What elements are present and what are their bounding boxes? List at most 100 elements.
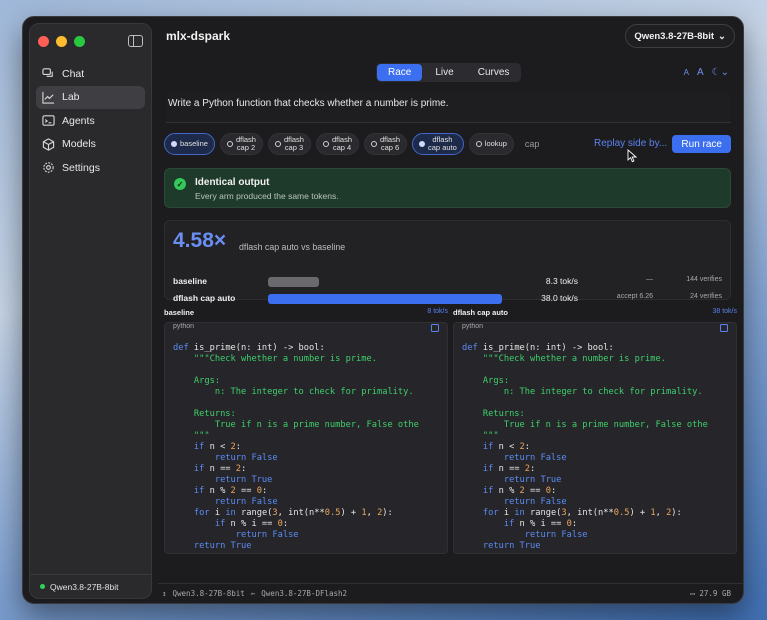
chip-dflash-cap-4[interactable]: dflash cap 4: [315, 133, 359, 155]
code-block: python def is_prime(n: int) -> bool: """…: [164, 322, 448, 554]
chip-label: dflash cap 6: [380, 136, 400, 152]
sidebar-item-label: Lab: [62, 91, 80, 104]
arm-name: dflash cap auto: [173, 293, 236, 303]
banner-subtitle: Every arm produced the same tokens.: [195, 191, 339, 201]
tab-race[interactable]: Race: [377, 64, 423, 81]
chip-label-line2: cap 4: [332, 143, 352, 152]
throughput-track: [268, 294, 502, 304]
output-column-baseline: baseline 8 tok/s python def is_prime(n: …: [164, 308, 448, 554]
gear-icon: [42, 161, 55, 174]
code-content: def is_prime(n: int) -> bool: """Check w…: [173, 343, 419, 551]
copy-icon[interactable]: [720, 324, 728, 332]
mouse-cursor-icon: [627, 149, 637, 163]
tab-live[interactable]: Live: [424, 64, 464, 81]
column-rate: 38 tok/s: [712, 308, 737, 315]
chip-dflash-cap-2[interactable]: dflash cap 2: [219, 133, 263, 155]
memory-value: 27.9 GB: [699, 589, 731, 598]
arrow-left-icon: ←: [250, 589, 256, 598]
check-icon: [171, 141, 177, 147]
radio-icon: [475, 141, 482, 147]
target-model-icon: ↕: [162, 589, 167, 598]
sidebar-item-label: Chat: [62, 67, 85, 80]
zoom-window-button[interactable]: [74, 36, 85, 47]
checkmark-icon: ✓: [174, 178, 186, 190]
moon-icon[interactable]: ☾⌄: [712, 67, 729, 78]
replay-side-by-side-button[interactable]: Replay side by...: [594, 138, 667, 149]
sidebar-item-models[interactable]: Models: [36, 133, 145, 156]
column-title: baseline: [164, 308, 195, 317]
cap-input[interactable]: cap: [525, 139, 565, 149]
sidebar-item-label: Agents: [62, 114, 95, 127]
chip-dflash-cap-6[interactable]: dflash cap 6: [364, 133, 408, 155]
chip-label: dflash cap 3: [284, 136, 304, 152]
run-race-button[interactable]: Run race: [672, 135, 731, 153]
lab-tabs: Race Live Curves: [376, 63, 522, 82]
code-language: python: [462, 323, 484, 330]
target-model-label: Qwen3.8-27B-8bit: [172, 589, 245, 598]
code-content: def is_prime(n: int) -> bool: """Check w…: [462, 343, 708, 551]
chip-label-line2: cap 6: [380, 143, 400, 152]
chip-dflash-cap-3[interactable]: dflash cap 3: [267, 133, 311, 155]
throughput-rate: 8.3 tok/s: [545, 276, 578, 286]
chip-baseline[interactable]: baseline: [164, 133, 215, 155]
verify-count: 144 verifies: [686, 276, 722, 283]
throughput-track: [268, 277, 502, 287]
chip-label: dflash cap 4: [332, 136, 352, 152]
tab-curves[interactable]: Curves: [467, 64, 521, 81]
chip-label-line2: cap 3: [284, 143, 304, 152]
code-block-header: python: [165, 323, 447, 334]
column-header: baseline 8 tok/s: [164, 308, 448, 322]
throughput-rate: 38.0 tok/s: [541, 293, 578, 303]
code-block: python def is_prime(n: int) -> bool: """…: [453, 322, 737, 554]
chip-label: dflash cap auto: [428, 136, 457, 152]
verify-count: 24 verifies: [690, 293, 722, 300]
increase-font-button[interactable]: A: [697, 67, 704, 78]
main-panel: mlx-dspark Qwen3.8-27B-8bit ⌄ Race Live …: [158, 17, 743, 603]
column-header: dflash cap auto 38 tok/s: [453, 308, 737, 322]
chip-lookup[interactable]: lookup: [468, 133, 514, 155]
stats-row-baseline: baseline 8.3 tok/s — 144 verifies: [173, 275, 722, 289]
app-title: mlx-dspark: [166, 29, 231, 43]
speedup-description: dflash cap auto vs baseline: [239, 242, 346, 252]
window-controls: [38, 36, 85, 47]
chip-dflash-cap-auto[interactable]: dflash cap auto: [412, 133, 464, 155]
speedup-value: 4.58×: [173, 229, 227, 252]
chip-label: baseline: [180, 139, 208, 148]
model-select-value: Qwen3.8-27B-8bit: [634, 30, 715, 42]
chat-bubbles-icon: [42, 67, 55, 80]
active-model-indicator[interactable]: Qwen3.8-27B-8bit: [30, 574, 151, 598]
throughput-bar: [268, 277, 320, 287]
sidebar-item-lab[interactable]: Lab: [36, 85, 145, 109]
display-controls: A A ☾⌄: [684, 67, 729, 78]
model-select[interactable]: Qwen3.8-27B-8bit ⌄: [625, 24, 735, 48]
chip-label-line2: cap auto: [428, 143, 457, 152]
sidebar: Chat Lab Agents Models Settings Qwen3.8-…: [29, 23, 152, 599]
copy-icon[interactable]: [431, 324, 439, 332]
sidebar-item-chat[interactable]: Chat: [36, 62, 145, 85]
sidebar-item-agents[interactable]: Agents: [36, 109, 145, 132]
sidebar-nav: Chat Lab Agents Models Settings: [36, 62, 145, 180]
column-title: dflash cap auto: [453, 308, 509, 317]
code-language: python: [173, 323, 195, 330]
status-bar: ↕ Qwen3.8-27B-8bit ← Qwen3.8-27B-DFlash2…: [158, 583, 743, 603]
code-block-header: python: [454, 323, 736, 334]
check-icon: [419, 141, 426, 147]
radio-icon: [226, 141, 233, 147]
output-column-dflash-cap-auto: dflash cap auto 38 tok/s python def is_p…: [453, 308, 737, 554]
minimize-window-button[interactable]: [56, 36, 67, 47]
close-window-button[interactable]: [38, 36, 49, 47]
radio-icon: [322, 141, 329, 147]
sidebar-item-settings[interactable]: Settings: [36, 156, 145, 179]
active-model-label: Qwen3.8-27B-8bit: [50, 581, 119, 592]
sidebar-item-label: Settings: [62, 161, 100, 174]
chart-line-icon: [42, 91, 55, 104]
sidebar-toggle-icon[interactable]: [128, 35, 143, 47]
chip-label: dflash cap 2: [236, 136, 256, 152]
radio-icon: [274, 141, 281, 147]
throughput-bar: [268, 294, 502, 304]
prompt-input[interactable]: Write a Python function that checks whet…: [166, 93, 731, 123]
draft-model-label: Qwen3.8-27B-DFlash2: [261, 589, 348, 598]
memory-usage: ▭ 27.9 GB: [690, 589, 731, 598]
terminal-icon: [42, 114, 55, 127]
decrease-font-button[interactable]: A: [684, 68, 689, 77]
